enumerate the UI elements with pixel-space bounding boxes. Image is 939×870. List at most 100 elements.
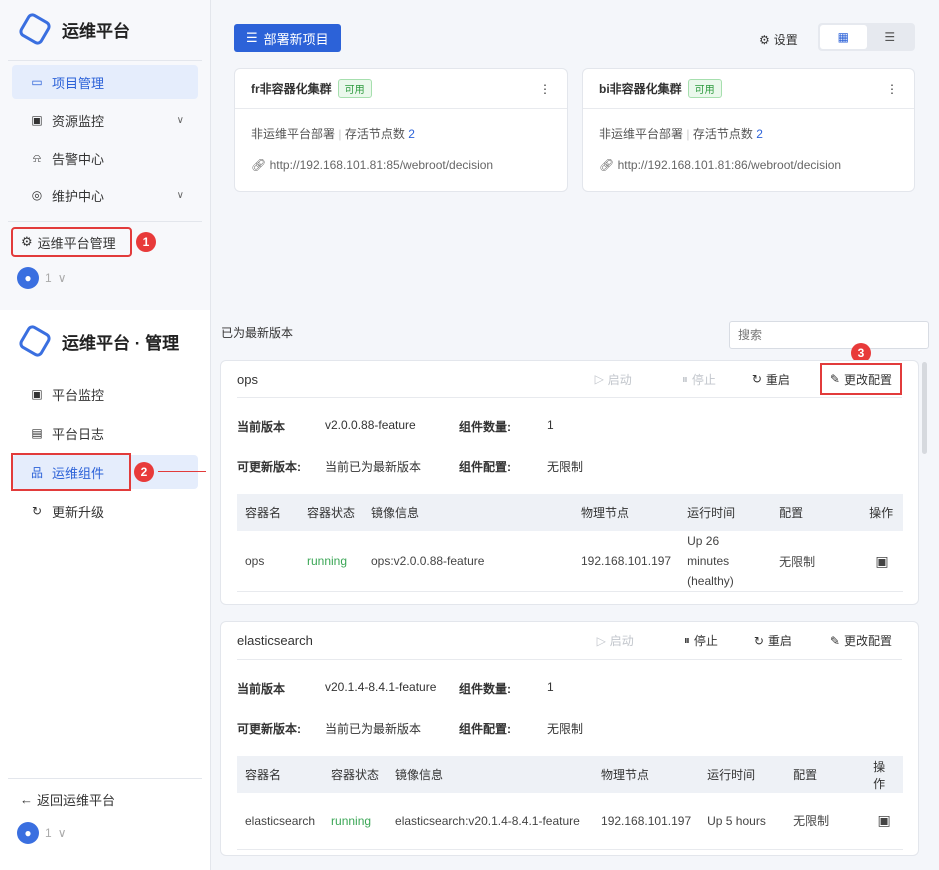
start-label: 启动: [609, 634, 634, 648]
monitor-icon: ▣: [31, 113, 43, 127]
cluster-url[interactable]: http://192.168.101.81:86/webroot/decisio…: [618, 158, 842, 172]
component-name: ops: [237, 371, 258, 387]
label: 组件数量:: [459, 420, 511, 434]
settings-button[interactable]: ⚙ 设置: [759, 31, 798, 48]
component-count: 1: [547, 680, 554, 694]
cluster-card[interactable]: fr非容器化集群 可用 ⋮ 非运维平台部署 | 存活节点数 2 🔗︎ http://…: [234, 68, 568, 192]
image-info: ops:v2.0.0.88-feature: [363, 531, 573, 592]
user-menu[interactable]: ● 1 ∨: [17, 267, 66, 289]
logo-icon: [17, 323, 53, 359]
pause-icon: ⏸︎: [681, 371, 688, 386]
link-icon: 🔗︎: [251, 158, 267, 172]
nav-label: 平台日志: [52, 426, 105, 442]
nav-label: 维护中心: [52, 188, 105, 204]
highlight-box: [11, 453, 131, 491]
monitor-icon: ▣: [31, 387, 43, 401]
nodes-label: 存活节点数: [344, 127, 405, 141]
logo: 运维平台 · 管理: [17, 323, 179, 359]
column-header: 容器名: [237, 494, 299, 531]
stop-button[interactable]: ⏸︎ 停止: [684, 632, 718, 649]
cluster-card[interactable]: bi非容器化集群 可用 ⋮ 非运维平台部署 | 存活节点数 2 🔗︎ http://…: [582, 68, 915, 192]
cluster-name: bi非容器化集群: [599, 82, 682, 96]
stop-label: 停止: [691, 372, 716, 387]
container-name: elasticsearch: [237, 793, 324, 850]
gear-icon: ⚙: [21, 234, 33, 249]
start-button[interactable]: ▷ 启动: [595, 371, 632, 388]
deploy-new-project-button[interactable]: ☰ 部署新项目: [234, 24, 341, 52]
search-input[interactable]: [729, 321, 929, 349]
nav-maintain-center[interactable]: ◎ 维护中心 ∨: [12, 178, 198, 212]
change-config-button[interactable]: ✎ 更改配置: [830, 632, 902, 649]
alarm-icon: ⍾: [33, 150, 41, 165]
logo-icon: [17, 11, 53, 47]
label: 可更新版本:: [237, 460, 301, 474]
maintain-icon: ◎: [31, 188, 43, 202]
component-config: 无限制: [547, 460, 584, 474]
arrow-left-icon: ←: [20, 792, 33, 807]
nav-platform-monitor[interactable]: ▣ 平台监控: [12, 377, 198, 411]
label: 组件配置:: [459, 722, 511, 736]
grid-view-icon[interactable]: ▦: [820, 25, 867, 49]
nodes-count: 2: [756, 127, 763, 141]
annotation-badge-2: 2: [134, 462, 154, 482]
column-header: 配置: [771, 494, 862, 531]
restart-button[interactable]: ↻ 重启: [752, 371, 790, 388]
terminal-icon[interactable]: ▣: [865, 793, 903, 850]
nav-label: 更新升级: [52, 504, 105, 520]
more-icon[interactable]: ⋮: [539, 82, 551, 96]
chevron-down-icon: ∨: [176, 114, 184, 126]
server-icon: ☰: [246, 30, 258, 45]
uptime: Up 26 minutes: [687, 534, 730, 568]
top-main: ☰ 部署新项目 ⚙ 设置 ▦ ☰ fr非容器化集群 可用 ⋮ 非运维平台部署 | 存活节…: [211, 0, 939, 310]
nodes-count: 2: [408, 127, 415, 141]
back-to-platform-link[interactable]: ← 返回运维平台: [20, 790, 115, 809]
admin-label: 运维平台管理: [37, 235, 116, 251]
app-title: 运维平台: [62, 21, 130, 41]
component-count: 1: [547, 418, 554, 432]
container-name: ops: [237, 531, 299, 592]
nav-project-management[interactable]: ▭ 项目管理: [12, 65, 198, 99]
physical-node: 192.168.101.197: [593, 793, 700, 850]
column-header: 运行时间: [699, 756, 786, 793]
uptime: Up 5 hours: [699, 793, 786, 850]
current-version: v20.1.4-8.4.1-feature: [325, 680, 437, 694]
list-view-icon[interactable]: ☰: [867, 25, 914, 49]
nav-alarm-center[interactable]: ⍾ 告警中心: [12, 141, 198, 175]
terminal-icon[interactable]: ▣: [861, 531, 903, 592]
cluster-url[interactable]: http://192.168.101.81:85/webroot/decisio…: [270, 158, 494, 172]
stop-button[interactable]: ⏸︎ 停止: [682, 371, 716, 388]
start-button[interactable]: ▷ 启动: [597, 632, 634, 649]
restart-button[interactable]: ↻ 重启: [754, 632, 792, 649]
annotation-arrow: [158, 471, 206, 472]
change-config-button[interactable]: ✎ 更改配置: [819, 363, 902, 395]
pause-icon: ⏸︎: [683, 633, 690, 647]
table-row: elasticsearch running elasticsearch:v20.1.…: [237, 793, 903, 850]
nav-update-upgrade[interactable]: ↻ 更新升级: [12, 494, 198, 528]
restart-icon: ↻: [751, 372, 762, 386]
user-menu[interactable]: ● 1 ∨: [17, 822, 66, 844]
platform-admin-link[interactable]: ⚙ 运维平台管理: [11, 227, 132, 257]
logo: 运维平台: [17, 11, 130, 47]
current-version: v2.0.0.88-feature: [325, 418, 416, 432]
restart-label: 重启: [767, 634, 792, 648]
table-row: ops running ops:v2.0.0.88-feature 192.168.1…: [237, 531, 903, 592]
column-header: 运行时间: [679, 494, 772, 531]
view-toggle: ▦ ☰: [818, 23, 915, 51]
stop-label: 停止: [693, 634, 718, 648]
nav-platform-logs[interactable]: ▤ 平台日志: [12, 416, 198, 450]
more-icon[interactable]: ⋮: [886, 82, 898, 96]
update-icon: ↻: [31, 504, 43, 518]
divider: [8, 221, 202, 222]
nav-resource-monitor[interactable]: ▣ 资源监控 ∨: [12, 103, 198, 137]
nav-label: 告警中心: [52, 151, 105, 167]
scrollbar[interactable]: [922, 362, 927, 454]
back-label: 返回运维平台: [37, 793, 116, 808]
column-header: 物理节点: [593, 756, 700, 793]
row-config: 无限制: [771, 531, 862, 592]
start-label: 启动: [607, 372, 632, 387]
label: 组件数量:: [459, 682, 511, 696]
admin-main: 已为最新版本 3 ops ▷启动 ⏸︎停止 ↻重启 ✎更改配置 当前版本 v2.…: [211, 310, 939, 870]
image-info: elasticsearch:v20.1.4-8.4.1-feature: [387, 793, 594, 850]
status-badge: 可用: [687, 79, 722, 98]
deploy-type: 非运维平台部署: [599, 127, 684, 141]
